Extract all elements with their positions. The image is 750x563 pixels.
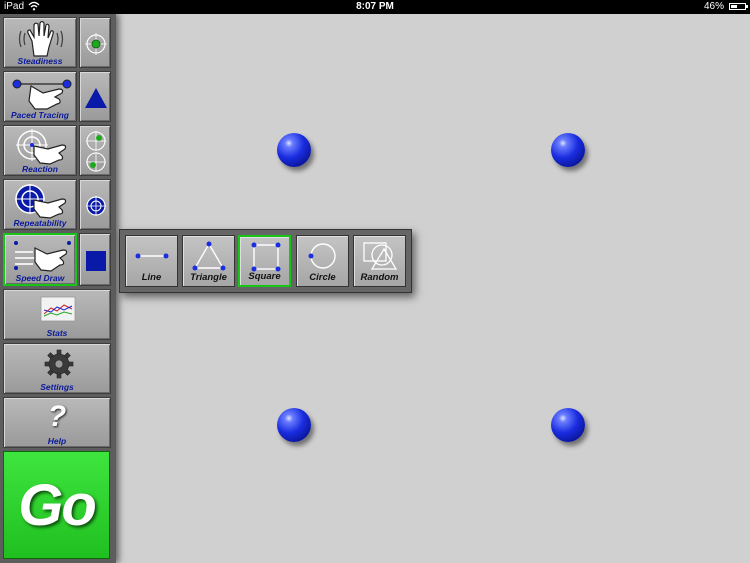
hand-tracing-icon xyxy=(12,79,72,110)
hand-target-icon xyxy=(16,129,67,165)
go-button[interactable]: Go xyxy=(3,451,110,559)
triangle-icon xyxy=(192,241,226,271)
clock: 8:07 PM xyxy=(356,1,394,12)
blue-square-icon xyxy=(86,251,106,271)
hand-blue-target-icon xyxy=(15,184,67,219)
question-mark-icon: ? xyxy=(47,400,67,433)
shape-random-button[interactable]: Random xyxy=(353,235,406,287)
repeatability-label: Repeatability xyxy=(13,218,67,228)
line-icon xyxy=(135,253,169,259)
shape-square-label: Square xyxy=(248,271,281,282)
blue-target-icon xyxy=(86,196,106,216)
reaction-button[interactable]: Reaction xyxy=(3,125,77,176)
shape-circle-label: Circle xyxy=(309,272,336,283)
blue-triangle-icon xyxy=(85,88,107,108)
reaction-option-button[interactable] xyxy=(79,125,111,176)
shape-triangle-button[interactable]: Triangle xyxy=(182,235,235,287)
reaction-label: Reaction xyxy=(22,164,58,174)
shape-line-label: Line xyxy=(141,272,162,283)
paced-tracing-button[interactable]: Paced Tracing xyxy=(3,71,77,122)
status-bar: iPad 8:07 PM 46% xyxy=(0,0,750,14)
battery-fill xyxy=(731,5,737,8)
repeatability-button[interactable]: Repeatability xyxy=(3,179,77,230)
gear-icon xyxy=(44,349,74,379)
speed-draw-button[interactable]: Speed Draw xyxy=(3,233,77,286)
random-shapes-icon xyxy=(363,242,398,270)
target-ball[interactable] xyxy=(551,408,585,442)
target-ball[interactable] xyxy=(277,408,311,442)
target-ball[interactable] xyxy=(551,133,585,167)
circle-icon xyxy=(308,243,336,269)
green-target-dot-icon xyxy=(85,33,107,55)
double-target-icon xyxy=(86,131,106,172)
shape-menu: Line Triangle Square Circle Random xyxy=(119,229,412,293)
speed-draw-label: Speed Draw xyxy=(15,273,65,283)
hand-vibration-icon xyxy=(18,21,64,57)
target-ball[interactable] xyxy=(277,133,311,167)
hand-speed-icon xyxy=(14,241,71,272)
shape-square-button[interactable]: Square xyxy=(238,235,291,287)
steadiness-option-button[interactable] xyxy=(79,17,111,68)
paced-tracing-label: Paced Tracing xyxy=(11,110,69,120)
shape-line-button[interactable]: Line xyxy=(125,235,178,287)
stats-button[interactable]: Stats xyxy=(3,289,111,340)
repeatability-option-button[interactable] xyxy=(79,179,111,230)
square-icon xyxy=(251,242,281,272)
stats-label: Stats xyxy=(46,328,68,338)
paced-tracing-option-button[interactable] xyxy=(79,71,111,122)
help-button[interactable]: ? Help xyxy=(3,397,111,448)
speed-draw-option-button[interactable] xyxy=(79,233,111,286)
steadiness-label: Steadiness xyxy=(17,56,63,66)
settings-label: Settings xyxy=(40,382,74,392)
battery-percent: 46% xyxy=(703,1,724,12)
shape-random-label: Random xyxy=(360,272,399,283)
battery-icon xyxy=(729,3,748,10)
shape-triangle-label: Triangle xyxy=(190,272,227,283)
go-label: Go xyxy=(18,473,97,538)
settings-button[interactable]: Settings xyxy=(3,343,111,394)
help-label: Help xyxy=(47,436,67,446)
shape-circle-button[interactable]: Circle xyxy=(296,235,349,287)
chart-icon xyxy=(40,296,76,322)
steadiness-button[interactable]: Steadiness xyxy=(3,17,77,68)
